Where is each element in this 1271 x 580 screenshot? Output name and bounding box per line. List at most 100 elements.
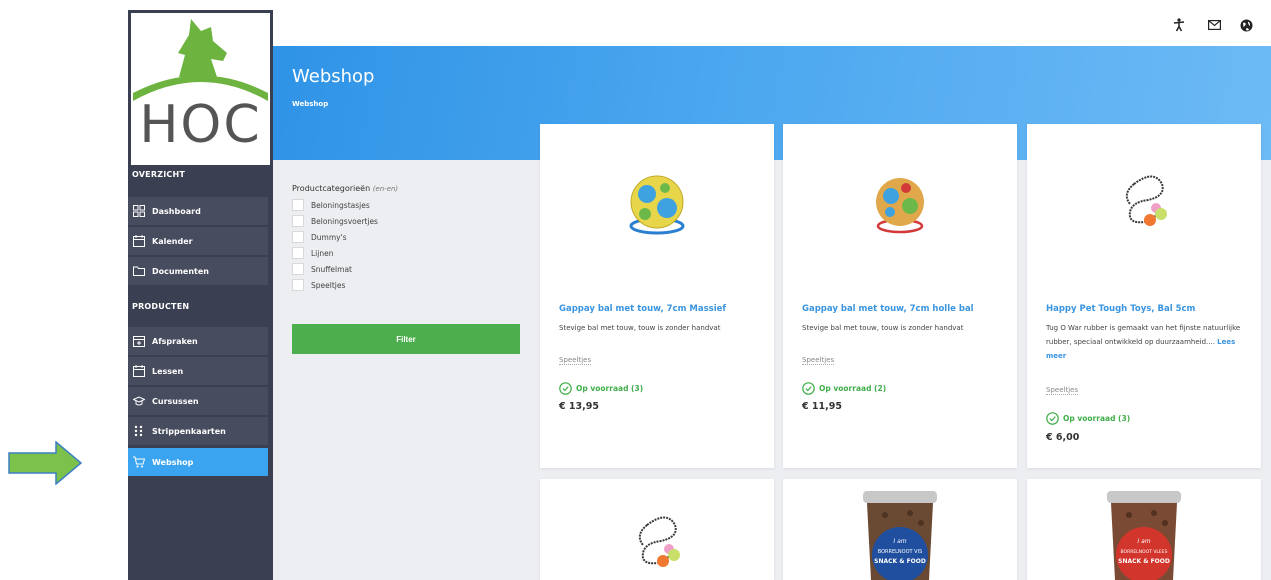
stock-label: Op voorraad (3) (576, 384, 644, 393)
breadcrumb[interactable]: Webshop (292, 100, 328, 108)
section-title-producten: PRODUCTEN (132, 302, 190, 311)
product-card[interactable] (540, 479, 774, 580)
page: HOC OVERZICHT Dashboard Kalender Documen… (0, 0, 1271, 580)
product-description-text: Tug O War rubber is gemaakt van het fijn… (1046, 324, 1241, 346)
stock-status: Op voorraad (3) (559, 382, 643, 395)
globe-icon[interactable] (1239, 18, 1253, 32)
sidebar-item-strippenkaarten[interactable]: Strippenkaarten (128, 416, 268, 445)
category-label: Speeltjes (311, 280, 346, 290)
product-description: Tug O War rubber is gemaakt van het fijn… (1046, 321, 1246, 363)
jar-label-line: BORRELNOOT VIS (878, 549, 923, 555)
sidebar-item-kalender[interactable]: Kalender (128, 226, 268, 255)
product-name[interactable]: Gappay bal met touw, 7cm holle bal (802, 304, 974, 314)
jar-label-line: BORRELNOOT VLEES (1121, 549, 1168, 555)
filter-title-text: Productcategorieën (292, 184, 371, 193)
logo[interactable]: HOC (128, 10, 273, 168)
category-checkbox-beloningsvoertjes[interactable]: Beloningsvoertjes (292, 215, 378, 227)
product-category[interactable]: Speeltjes (1046, 386, 1079, 395)
jar-label-line: SNACK & FOOD (1118, 558, 1170, 565)
sidebar-item-label: Kalender (152, 236, 193, 246)
sidebar-item-dashboard[interactable]: Dashboard (128, 196, 268, 225)
category-label: Dummy's (311, 232, 347, 242)
sidebar-item-label: Cursussen (152, 396, 199, 406)
filter-title-suffix: (en-en) (372, 185, 399, 193)
category-label: Beloningstasjes (311, 200, 370, 210)
stock-label: Op voorraad (3) (1063, 414, 1131, 423)
dashboard-icon (133, 205, 145, 217)
rope-toy-icon (1125, 175, 1167, 226)
category-checkbox-lijnen[interactable]: Lijnen (292, 247, 333, 259)
product-description: Stevige bal met touw, touw is zonder han… (802, 324, 964, 332)
graduation-cap-icon (133, 395, 145, 407)
product-image[interactable] (783, 124, 1017, 284)
category-checkbox-speeltjes[interactable]: Speeltjes (292, 279, 345, 291)
jar-label-line: I am (893, 538, 906, 545)
product-card[interactable]: Happy Pet Tough Toys, Bal 5cm Tug O War … (1027, 124, 1261, 468)
sidebar-item-webshop[interactable]: Webshop (128, 447, 268, 476)
category-checkbox-dummys[interactable]: Dummy's (292, 231, 347, 243)
category-checkbox-snuffelmat[interactable]: Snuffelmat (292, 263, 352, 275)
product-price: € 6,00 (1046, 432, 1080, 443)
filter-button[interactable]: Filter (292, 324, 520, 354)
category-label: Snuffelmat (311, 264, 352, 274)
checkbox[interactable] (292, 263, 304, 275)
product-category[interactable]: Speeltjes (802, 356, 835, 365)
calendar-icon (133, 235, 145, 247)
product-image[interactable] (540, 479, 774, 580)
product-image[interactable]: I am BORRELNOOT VLEES SNACK & FOOD (1027, 479, 1261, 580)
product-card[interactable]: Gappay bal met touw, 7cm holle bal Stevi… (783, 124, 1017, 468)
green-arrow-icon (8, 441, 82, 485)
folder-icon (133, 265, 145, 277)
checkbox[interactable] (292, 215, 304, 227)
checkbox[interactable] (292, 247, 304, 259)
ball-with-rope-icon (629, 175, 685, 235)
stock-status: Op voorraad (2) (802, 382, 886, 395)
check-circle-icon (1046, 412, 1059, 425)
product-card[interactable]: I am BORRELNOOT VLEES SNACK & FOOD (1027, 479, 1261, 580)
snack-jar-icon: I am BORRELNOOT VIS SNACK & FOOD (863, 491, 937, 580)
rope-toy-icon (638, 516, 680, 567)
category-checkbox-beloningstasjes[interactable]: Beloningstasjes (292, 199, 370, 211)
sidebar-item-label: Dashboard (152, 206, 201, 216)
check-circle-icon (559, 382, 572, 395)
sidebar-item-afspraken[interactable]: Afspraken (128, 326, 268, 355)
calendar-plus-icon (133, 335, 145, 347)
sidebar-item-label: Afspraken (152, 336, 198, 346)
product-image[interactable] (1027, 124, 1261, 284)
sidebar-item-label: Webshop (152, 457, 194, 467)
cart-icon (133, 456, 145, 468)
calendar-icon (133, 365, 145, 377)
product-category[interactable]: Speeltjes (559, 356, 592, 365)
product-image[interactable]: I am BORRELNOOT VIS SNACK & FOOD (783, 479, 1017, 580)
stock-label: Op voorraad (2) (819, 384, 887, 393)
product-card[interactable]: Gappay bal met touw, 7cm Massief Stevige… (540, 124, 774, 468)
section-title-overzicht: OVERZICHT (132, 170, 186, 179)
accessibility-icon[interactable] (1172, 18, 1186, 32)
product-price: € 13,95 (559, 401, 599, 412)
dog-logo-icon (133, 19, 268, 101)
jar-label-line: I am (1137, 538, 1150, 545)
check-circle-icon (802, 382, 815, 395)
product-image[interactable] (540, 124, 774, 284)
sidebar-item-label: Strippenkaarten (152, 426, 226, 436)
jar-label-line: SNACK & FOOD (874, 558, 926, 565)
category-label: Lijnen (311, 248, 334, 258)
snack-jar-icon: I am BORRELNOOT VLEES SNACK & FOOD (1107, 491, 1181, 580)
top-bar (273, 0, 1271, 46)
product-name[interactable]: Gappay bal met touw, 7cm Massief (559, 304, 726, 314)
mail-icon[interactable] (1207, 18, 1221, 32)
sidebar-item-lessen[interactable]: Lessen (128, 356, 268, 385)
checkbox[interactable] (292, 199, 304, 211)
sidebar-item-documenten[interactable]: Documenten (128, 256, 268, 285)
checkbox[interactable] (292, 279, 304, 291)
sidebar-item-label: Lessen (152, 366, 184, 376)
category-label: Beloningsvoertjes (311, 216, 378, 226)
ball-with-rope-icon (876, 178, 924, 234)
checkbox[interactable] (292, 231, 304, 243)
sidebar-item-label: Documenten (152, 266, 209, 276)
product-description: Stevige bal met touw, touw is zonder han… (559, 324, 721, 332)
sidebar-item-cursussen[interactable]: Cursussen (128, 386, 268, 415)
product-card[interactable]: I am BORRELNOOT VIS SNACK & FOOD (783, 479, 1017, 580)
product-name[interactable]: Happy Pet Tough Toys, Bal 5cm (1046, 304, 1195, 314)
page-title: Webshop (292, 66, 375, 87)
